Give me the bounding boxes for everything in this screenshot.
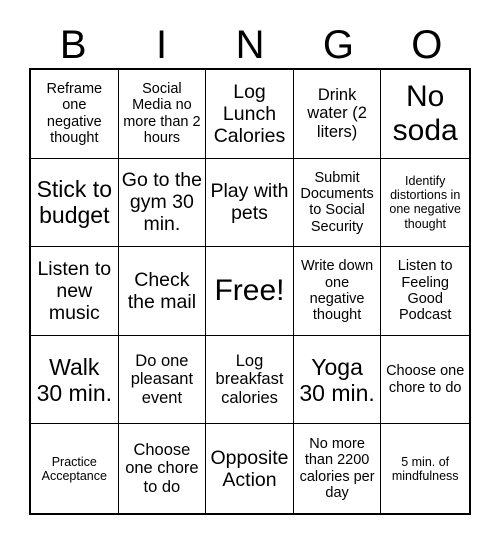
bingo-free-space-label: Free! bbox=[214, 274, 285, 308]
bingo-cell[interactable]: Check the mail bbox=[118, 247, 207, 336]
bingo-cell[interactable]: Stick to budget bbox=[31, 158, 119, 248]
bingo-cell-label: Write down one negative thought bbox=[300, 258, 374, 324]
bingo-cell-label: No soda bbox=[392, 79, 458, 147]
bingo-cell-label: Log breakfast calories bbox=[215, 351, 284, 407]
bingo-header-letter-g: G bbox=[322, 22, 354, 67]
bingo-cell[interactable]: 5 min. of mindfulness bbox=[381, 424, 469, 513]
bingo-cell-label: Opposite Action bbox=[210, 446, 289, 491]
bingo-cell[interactable]: Listen to new music bbox=[31, 247, 119, 336]
bingo-cell-label: Do one pleasant event bbox=[130, 351, 194, 407]
bingo-cell[interactable]: Log Lunch Calories bbox=[206, 70, 294, 159]
bingo-cell-label: Social Media no more than 2 hours bbox=[123, 81, 201, 147]
bingo-cell-label: Play with pets bbox=[210, 180, 289, 225]
bingo-cell-label: Reframe one negative thought bbox=[46, 81, 103, 147]
bingo-cell-label: Go to the gym 30 min. bbox=[121, 169, 202, 236]
bingo-cell[interactable]: Choose one chore to do bbox=[381, 335, 469, 425]
bingo-cell-label: No more than 2200 calories per day bbox=[299, 435, 375, 502]
bingo-cell[interactable]: Choose one chore to do bbox=[118, 424, 207, 513]
bingo-cell-label: Practice Acceptance bbox=[41, 454, 107, 483]
bingo-cell[interactable]: Do one pleasant event bbox=[118, 335, 207, 425]
bingo-cell[interactable]: Play with pets bbox=[206, 158, 294, 248]
bingo-cell-label: Choose one chore to do bbox=[125, 440, 199, 496]
bingo-header-letter-o: O bbox=[411, 22, 443, 67]
bingo-cell[interactable]: Walk 30 min. bbox=[31, 335, 119, 425]
bingo-cell[interactable]: Drink water (2 liters) bbox=[293, 70, 382, 159]
bingo-cell[interactable]: Submit Documents to Social Security bbox=[293, 158, 382, 248]
bingo-cell[interactable]: No soda bbox=[381, 70, 469, 159]
bingo-card: B I N G O Reframe one negative thought So… bbox=[0, 0, 500, 544]
bingo-cell-label: Check the mail bbox=[127, 268, 197, 313]
bingo-cell[interactable]: Reframe one negative thought bbox=[31, 70, 119, 159]
bingo-cell[interactable]: Identify distortions in one negative tho… bbox=[381, 158, 469, 248]
bingo-cell-label: Listen to new music bbox=[37, 257, 112, 324]
bingo-cell-label: Submit Documents to Social Security bbox=[300, 169, 374, 235]
bingo-cell-label: 5 min. of mindfulness bbox=[391, 454, 459, 483]
bingo-header-letter-n: N bbox=[235, 22, 265, 67]
bingo-cell-label: Stick to budget bbox=[36, 176, 112, 229]
bingo-header-letter-i: I bbox=[156, 22, 168, 67]
bingo-free-space[interactable]: Free! bbox=[206, 247, 294, 336]
bingo-cell[interactable]: Listen to Feeling Good Podcast bbox=[381, 247, 469, 336]
bingo-header-row: B I N G O bbox=[29, 21, 471, 68]
bingo-cell[interactable]: No more than 2200 calories per day bbox=[293, 424, 382, 513]
bingo-cell[interactable]: Log breakfast calories bbox=[206, 335, 294, 425]
bingo-cell-label: Yoga 30 min. bbox=[299, 353, 375, 406]
bingo-header-letter-b: B bbox=[59, 22, 87, 67]
bingo-cell-label: Identify distortions in one negative tho… bbox=[389, 174, 461, 231]
bingo-cell-label: Drink water (2 liters) bbox=[307, 85, 367, 142]
bingo-cell[interactable]: Social Media no more than 2 hours bbox=[118, 70, 207, 159]
bingo-cell[interactable]: Practice Acceptance bbox=[31, 424, 119, 513]
bingo-cell[interactable]: Go to the gym 30 min. bbox=[118, 158, 207, 248]
bingo-cell-label: Walk 30 min. bbox=[36, 353, 113, 406]
bingo-cell-label: Choose one chore to do bbox=[386, 363, 465, 396]
bingo-cell[interactable]: Write down one negative thought bbox=[293, 247, 382, 336]
bingo-cell-label: Listen to Feeling Good Podcast bbox=[397, 258, 453, 324]
bingo-grid: Reframe one negative thought Social Media… bbox=[29, 68, 471, 515]
bingo-cell[interactable]: Yoga 30 min. bbox=[293, 335, 382, 425]
bingo-cell[interactable]: Opposite Action bbox=[206, 424, 294, 513]
bingo-cell-label: Log Lunch Calories bbox=[213, 80, 286, 147]
